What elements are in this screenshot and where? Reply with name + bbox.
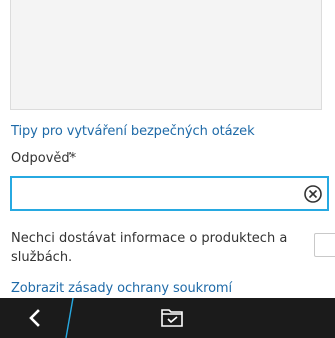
security-tips-link[interactable]: Tipy pro vytváření bezpečných otázek — [11, 124, 255, 139]
security-question-textarea[interactable] — [10, 0, 322, 110]
bottom-action-bar — [0, 298, 335, 338]
marketing-optout-label: Nechci dostávat informace o produktech a… — [11, 231, 288, 265]
answer-label: Odpověď* — [11, 151, 77, 166]
answer-input[interactable] — [18, 182, 288, 205]
folder-action-button[interactable] — [148, 298, 198, 338]
marketing-optout-checkbox[interactable] — [314, 233, 335, 257]
accent-divider — [65, 298, 74, 338]
chevron-left-icon — [29, 309, 40, 327]
privacy-policy-link[interactable]: Zobrazit zásady ochrany soukromí — [11, 281, 232, 296]
answer-field[interactable] — [10, 176, 329, 211]
clear-icon[interactable] — [303, 184, 323, 204]
folder-check-icon — [161, 309, 183, 327]
